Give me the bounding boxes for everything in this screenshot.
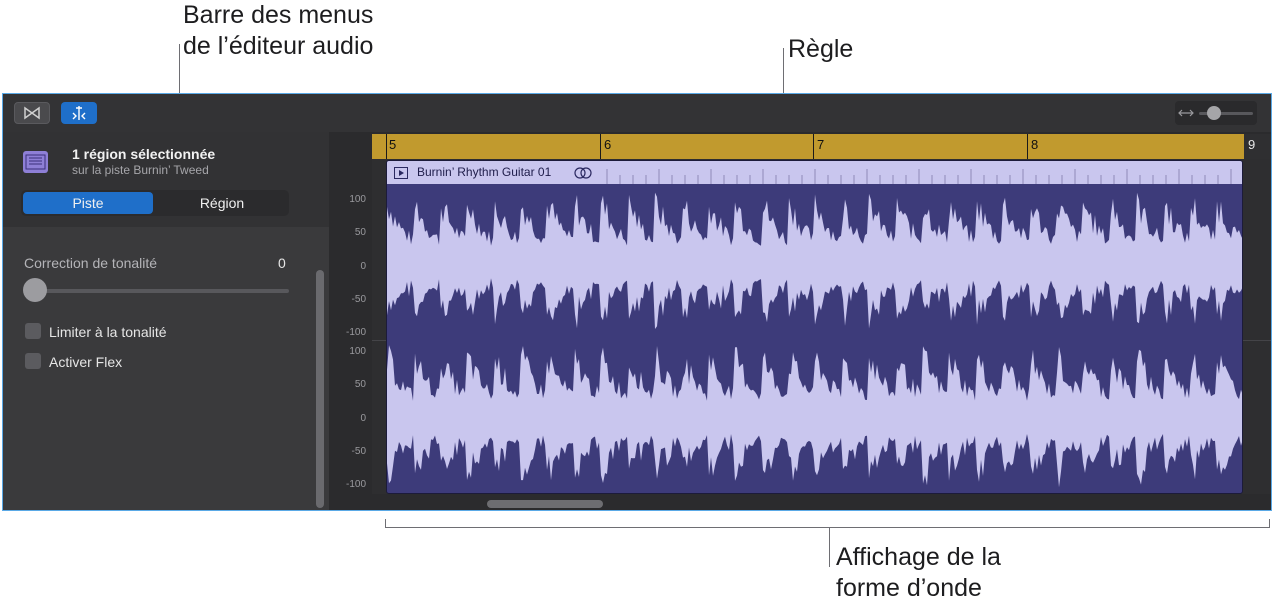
ruler-label: 5 [389, 137, 397, 152]
ruler-tick [386, 134, 387, 159]
callout-menu-bar: Barre des menus de l’éditeur audio [183, 1, 374, 60]
ruler-label: 6 [604, 137, 612, 152]
flex-button[interactable] [61, 102, 97, 124]
axis-label: -100 [345, 327, 366, 338]
enable-flex-label: Activer Flex [49, 354, 123, 370]
limit-to-key-label: Limiter à la tonalité [49, 324, 167, 340]
waveform-channel [387, 192, 1242, 329]
inspector-panel: 1 région sélectionnée sur la piste Burni… [3, 132, 329, 510]
tab-region[interactable]: Région [157, 192, 287, 214]
enable-flex-checkbox[interactable] [25, 353, 41, 369]
axis-label: -100 [345, 479, 366, 490]
catch-icon [24, 106, 40, 120]
region-ruler-ticks [606, 169, 1232, 184]
ruler-label: 9 [1248, 137, 1256, 152]
amp-icon [23, 151, 48, 173]
axis-label: 50 [354, 379, 366, 390]
inspector-scrollbar[interactable] [316, 270, 324, 508]
inspector-header: 1 région sélectionnée sur la piste Burni… [3, 132, 329, 227]
ruler-tick [600, 134, 601, 159]
region-header: Burnin’ Rhythm Guitar 01 [387, 161, 1242, 184]
axis-label: 50 [354, 227, 366, 238]
amplitude-axis: 100 50 0 -50 -100 100 50 0 -50 -100 [329, 132, 372, 510]
horizontal-zoom-control [1175, 101, 1257, 125]
axis-label: 100 [349, 194, 366, 205]
pitch-correction-knob[interactable] [23, 278, 47, 302]
tab-piste[interactable]: Piste [23, 192, 153, 214]
axis-label: 0 [360, 413, 366, 424]
callout-menu-bar-line [179, 44, 180, 94]
callout-waveform: Affichage de la forme d’onde [836, 543, 1001, 602]
axis-label: 0 [360, 261, 366, 272]
waveform-bracket-right [1269, 519, 1270, 527]
waveform-bracket-left [385, 519, 386, 527]
zoom-slider-knob[interactable] [1207, 106, 1221, 120]
waveform-bracket-horizontal [385, 527, 1270, 528]
callout-waveform-line [829, 527, 830, 567]
ruler-label: 7 [817, 137, 825, 152]
ruler-tick [1027, 134, 1028, 159]
ruler[interactable]: 5 6 7 8 [372, 134, 1244, 159]
catch-button[interactable] [14, 102, 50, 124]
pitch-correction-slider[interactable] [27, 289, 289, 293]
pitch-correction-value: 0 [278, 255, 286, 271]
selection-title: 1 région sélectionnée [72, 146, 216, 162]
axis-label: 100 [349, 346, 366, 357]
flex-icon [72, 106, 86, 120]
waveform-channel [387, 345, 1242, 488]
waveform [387, 192, 1242, 488]
limit-to-key-checkbox[interactable] [25, 323, 41, 339]
ruler-tick [813, 134, 814, 159]
selection-subtitle: sur la piste Burnin’ Tweed [72, 163, 209, 177]
horizontal-zoom-icon [1178, 109, 1194, 117]
pitch-correction-label: Correction de tonalité [24, 255, 158, 271]
axis-label: -50 [351, 294, 366, 305]
ruler-label: 8 [1031, 137, 1039, 152]
callout-ruler: Règle [788, 35, 854, 63]
audio-editor-menu-bar [3, 94, 1271, 132]
audio-region[interactable]: Burnin’ Rhythm Guitar 01 [386, 160, 1243, 494]
axis-label: -50 [351, 446, 366, 457]
audio-editor: 1 région sélectionnée sur la piste Burni… [2, 93, 1272, 511]
ruler-end: 9 [1244, 134, 1271, 159]
track-region-switch: Piste Région [21, 190, 289, 216]
horizontal-scrollbar[interactable] [487, 500, 603, 508]
